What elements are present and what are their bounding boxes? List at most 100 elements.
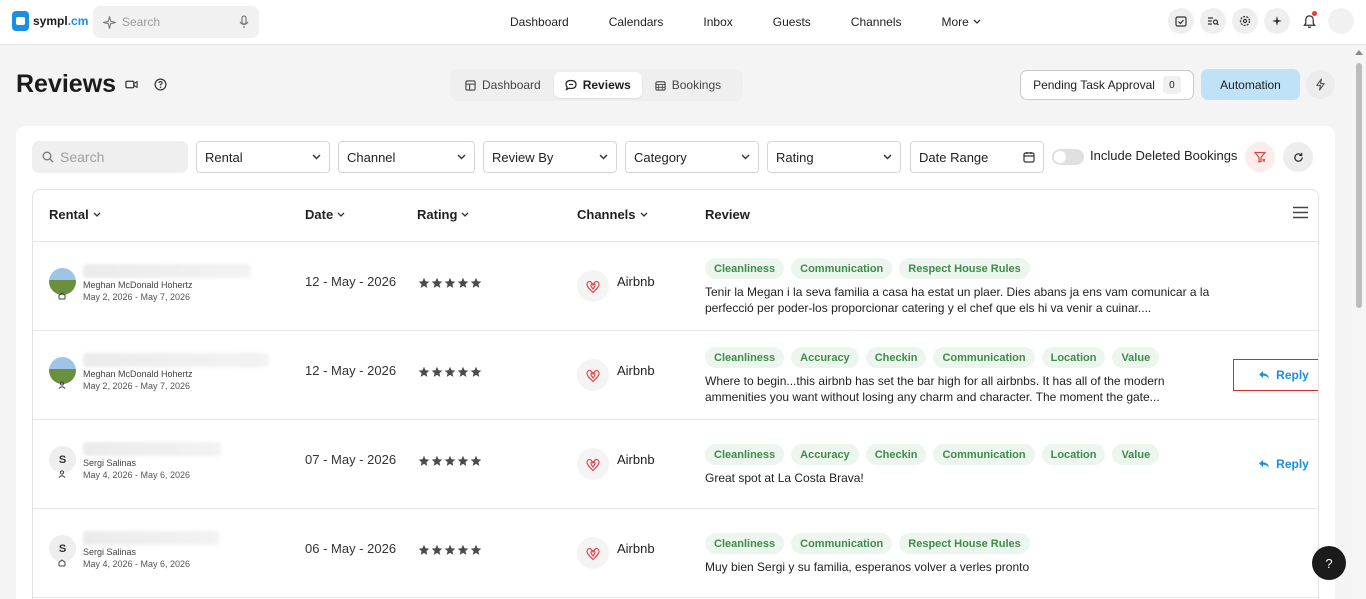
ai-sparkle-icon[interactable] [1264, 8, 1290, 34]
brand-tld: .cm [67, 14, 89, 28]
airbnb-icon [577, 270, 609, 302]
reply-arrow-icon [1258, 370, 1270, 380]
notification-bell-icon[interactable] [1296, 8, 1322, 34]
rental-avatar: S [49, 446, 76, 473]
channel-name: Airbnb [617, 363, 655, 378]
nav-more-label: More [941, 15, 969, 29]
page-scrollbar[interactable] [1352, 45, 1366, 599]
star-icon [444, 366, 456, 378]
calendar-check-icon[interactable] [1168, 8, 1194, 34]
lightning-bolt-icon[interactable] [1306, 70, 1335, 99]
nav-more[interactable]: More [922, 15, 1001, 29]
guest-name: Meghan McDonald Hohertz [83, 280, 193, 290]
nav-channels[interactable]: Channels [831, 15, 922, 29]
pending-task-approval-button[interactable]: Pending Task Approval 0 [1020, 70, 1194, 100]
tab-dashboard-label: Dashboard [482, 78, 541, 92]
star-rating [418, 366, 482, 378]
calendar-grid-icon [655, 80, 666, 91]
global-search-input[interactable]: Search [93, 6, 259, 38]
date-range-label: Date Range [919, 149, 989, 165]
review-by-filter-select[interactable]: Review By [483, 141, 617, 173]
airbnb-icon [577, 448, 609, 480]
star-icon [444, 455, 456, 467]
star-icon [431, 277, 443, 289]
include-deleted-toggle[interactable] [1052, 149, 1084, 165]
nav-calendars[interactable]: Calendars [589, 15, 684, 29]
review-text: Great spot at La Costa Brava! [705, 471, 864, 485]
help-circle-icon[interactable] [154, 78, 167, 91]
brand-name-main: sympl [33, 14, 68, 28]
view-switcher: Dashboard Reviews Bookings [450, 69, 743, 101]
star-icon [418, 366, 430, 378]
star-icon [470, 277, 482, 289]
review-tag: Communication [933, 444, 1035, 465]
table-row[interactable]: Meghan McDonald Hohertz May 2, 2026 - May… [33, 331, 1318, 420]
review-category-tags: Cleanliness Communication Respect House Ru… [705, 533, 1030, 554]
list-search-icon[interactable] [1200, 8, 1226, 34]
scroll-thumb[interactable] [1356, 63, 1362, 308]
review-category-tags: Cleanliness Accuracy Checkin Communication L… [705, 444, 1160, 465]
reviews-search-input[interactable]: Search [32, 141, 188, 173]
search-icon [42, 151, 54, 163]
review-tag: Respect House Rules [899, 533, 1030, 554]
column-rating[interactable]: Rating [417, 207, 469, 222]
star-rating [418, 455, 482, 467]
column-menu-icon[interactable] [1293, 206, 1308, 219]
review-tag: Communication [791, 258, 893, 279]
top-icon-group [1168, 8, 1354, 34]
column-rental-label: Rental [49, 207, 89, 222]
category-filter-select[interactable]: Category [625, 141, 759, 173]
column-channels[interactable]: Channels [577, 207, 648, 222]
star-rating [418, 544, 482, 556]
settings-gear-icon[interactable] [1232, 8, 1258, 34]
reply-arrow-icon [1258, 459, 1270, 469]
table-row[interactable]: S Sergi Salinas May 4, 2026 - May 6, 2026 0… [33, 509, 1318, 598]
chat-bubble-icon [565, 79, 577, 91]
guest-name: Meghan McDonald Hohertz [83, 369, 193, 379]
stay-dates: May 2, 2026 - May 7, 2026 [83, 381, 191, 391]
chevron-down-icon [973, 19, 981, 24]
table-row[interactable]: Meghan McDonald Hohertz May 2, 2026 - May… [33, 242, 1318, 331]
reply-button[interactable]: Reply [1233, 448, 1318, 480]
nav-guests[interactable]: Guests [753, 15, 831, 29]
microphone-icon[interactable] [239, 15, 249, 29]
help-button[interactable]: ? [1312, 546, 1346, 580]
nav-dashboard[interactable]: Dashboard [490, 15, 589, 29]
global-search-placeholder: Search [122, 15, 161, 29]
review-tag: Cleanliness [705, 533, 785, 554]
tab-dashboard[interactable]: Dashboard [454, 72, 552, 98]
clear-filter-icon[interactable] [1245, 142, 1275, 172]
stay-dates: May 4, 2026 - May 6, 2026 [83, 470, 191, 480]
video-icon[interactable] [125, 78, 138, 91]
calendar-icon [1023, 152, 1035, 163]
rental-filter-select[interactable]: Rental [196, 141, 330, 173]
brand-logo[interactable]: sympl.cm [12, 11, 88, 31]
layout-icon [465, 79, 476, 91]
channel-name: Airbnb [617, 541, 655, 556]
review-tag: Accuracy [791, 444, 859, 465]
tab-bookings[interactable]: Bookings [644, 72, 732, 98]
review-text: Where to begin...this airbnb has set the… [705, 374, 1165, 404]
filter-bar: Search Rental Channel Review By Category… [32, 141, 1322, 173]
review-date: 07 - May - 2026 [305, 452, 397, 467]
channel-filter-select[interactable]: Channel [338, 141, 475, 173]
table-row[interactable]: S Sergi Salinas May 4, 2026 - May 6, 2026 0… [33, 420, 1318, 509]
chevron-down-icon [457, 154, 466, 160]
nav-inbox[interactable]: Inbox [683, 15, 752, 29]
automation-button[interactable]: Automation [1201, 69, 1300, 100]
date-range-picker[interactable]: Date Range [910, 141, 1044, 173]
column-date[interactable]: Date [305, 207, 345, 222]
rating-filter-select[interactable]: Rating [767, 141, 901, 173]
table-header: Rental Date Rating Channels Review [33, 190, 1318, 242]
scroll-up-arrow-icon[interactable] [1355, 50, 1363, 55]
refresh-icon[interactable] [1283, 142, 1313, 172]
review-date: 12 - May - 2026 [305, 363, 397, 378]
reply-button[interactable]: Reply [1233, 359, 1318, 391]
column-rental[interactable]: Rental [49, 207, 101, 222]
tab-reviews[interactable]: Reviews [553, 72, 642, 98]
channel-name: Airbnb [617, 452, 655, 467]
review-text: Muy bien Sergi y su familia, esperanos v… [705, 560, 1030, 574]
main-nav: Dashboard Calendars Inbox Guests Channel… [490, 0, 1001, 44]
review-tag: Checkin [865, 444, 927, 465]
user-avatar[interactable] [1328, 8, 1354, 34]
